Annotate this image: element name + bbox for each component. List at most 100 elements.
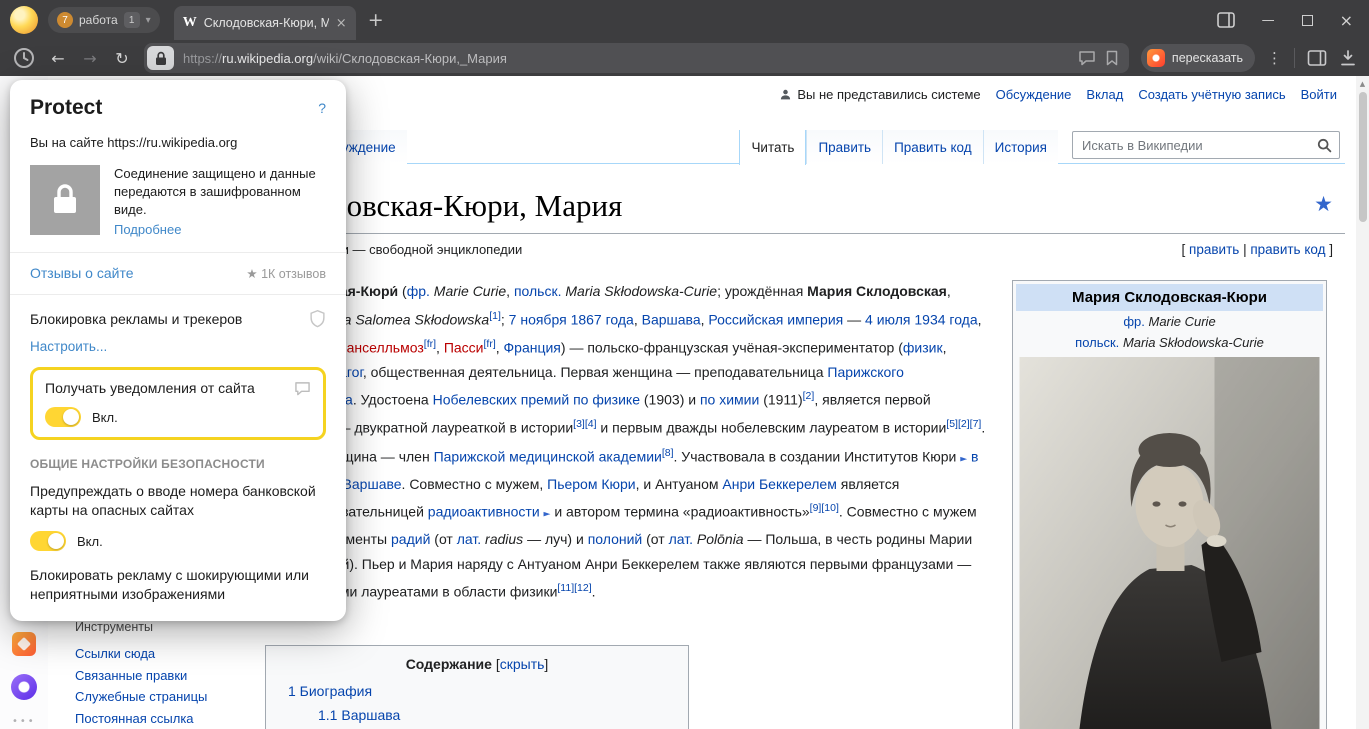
- minimize-button[interactable]: —: [1262, 13, 1275, 28]
- toc-item-biography[interactable]: 1 Биография: [288, 683, 674, 699]
- page-scrollbar[interactable]: ▲: [1356, 76, 1369, 729]
- text-segment: Marie Curie: [1148, 314, 1215, 329]
- text-segment[interactable]: лат.: [457, 531, 481, 547]
- protect-panel: Protect ? Вы на сайте https://ru.wikiped…: [10, 80, 346, 621]
- text-segment[interactable]: радиоактивности: [428, 504, 540, 520]
- text-segment[interactable]: физик: [903, 339, 943, 355]
- text-segment: ) — польско-французская учёная-экспериме…: [561, 339, 903, 355]
- text-segment[interactable]: [fr]: [424, 338, 436, 350]
- text-segment[interactable]: польск.: [514, 283, 562, 299]
- text-segment[interactable]: [fr]: [483, 338, 495, 350]
- text-segment[interactable]: [8]: [662, 447, 674, 459]
- bookmark-icon[interactable]: [1105, 50, 1119, 66]
- text-segment[interactable]: [9]: [810, 502, 822, 514]
- search-input[interactable]: [1073, 138, 1317, 153]
- history-clock-icon[interactable]: [12, 46, 36, 70]
- text-segment[interactable]: фр.: [1123, 314, 1145, 329]
- tab-edit[interactable]: Править: [806, 130, 882, 164]
- user-link-discussion[interactable]: Обсуждение: [996, 87, 1072, 102]
- user-link-login[interactable]: Войти: [1301, 87, 1337, 102]
- text-segment[interactable]: 4 июля: [865, 311, 910, 327]
- notifications-toggle[interactable]: [45, 407, 81, 427]
- text-segment[interactable]: по химии: [700, 392, 759, 408]
- sidebar-app-icon[interactable]: [12, 632, 36, 656]
- text-segment[interactable]: скрыть: [500, 656, 545, 672]
- user-link-create-account[interactable]: Создать учётную запись: [1138, 87, 1285, 102]
- text-segment[interactable]: [7]: [970, 418, 982, 430]
- text-segment: и первым дважды нобелевским лауреатом в …: [597, 420, 947, 436]
- forward-icon[interactable]: →: [80, 49, 100, 68]
- text-segment[interactable]: Парижской медицинской академии: [434, 448, 662, 464]
- text-segment[interactable]: править код: [1250, 242, 1325, 257]
- article-paragraph: Склодо́вская-Кюри́ (фр. Marie Curie, пол…: [265, 279, 992, 605]
- text-segment[interactable]: [4]: [585, 418, 597, 430]
- watchlist-star-icon[interactable]: ★: [1314, 192, 1333, 216]
- scroll-up-icon[interactable]: ▲: [1356, 76, 1369, 88]
- text-segment[interactable]: [1]: [489, 310, 501, 322]
- user-link-contributions[interactable]: Вклад: [1086, 87, 1123, 102]
- text-segment[interactable]: Пасси: [444, 339, 484, 355]
- close-button[interactable]: ×: [1340, 11, 1353, 30]
- back-icon[interactable]: ←: [48, 49, 68, 68]
- sidebar-link-special-pages[interactable]: Служебные страницы: [75, 686, 240, 708]
- new-tab-button[interactable]: +: [368, 9, 384, 31]
- text-segment[interactable]: Варшава: [642, 311, 701, 327]
- browser-tab-active[interactable]: W Склодовская-Кюри, Мария ×: [174, 6, 356, 40]
- search-icon[interactable]: [1317, 138, 1332, 153]
- text-segment[interactable]: [11]: [557, 582, 574, 594]
- retell-button[interactable]: пересказать: [1141, 44, 1255, 72]
- sidebar-link-whatlinkshere[interactable]: Ссылки сюда: [75, 643, 240, 665]
- tab-close-icon[interactable]: ×: [336, 16, 347, 31]
- tab-read[interactable]: Читать: [739, 130, 806, 165]
- text-segment[interactable]: лат.: [669, 531, 693, 547]
- text-segment[interactable]: 1867 года: [571, 311, 634, 327]
- alice-assistant-icon[interactable]: [11, 674, 37, 700]
- text-segment[interactable]: [12]: [574, 582, 592, 594]
- sidebar-link-permanent-link[interactable]: Постоянная ссылка: [75, 708, 240, 729]
- help-icon[interactable]: ?: [318, 100, 326, 116]
- text-segment[interactable]: Анри Беккерелем: [722, 476, 836, 492]
- refresh-icon[interactable]: ↻: [112, 49, 132, 68]
- text-segment[interactable]: 1934 года: [914, 311, 977, 327]
- text-segment[interactable]: Нобелевских премий по физике: [433, 392, 640, 408]
- address-bar[interactable]: https://ru.wikipedia.org/wiki/Склодовска…: [144, 43, 1129, 73]
- text-segment[interactable]: Пьером Кюри: [547, 476, 636, 492]
- panels-icon[interactable]: [1307, 49, 1327, 67]
- lock-icon[interactable]: [147, 46, 174, 70]
- configure-link[interactable]: Настроить...: [30, 339, 107, 354]
- details-link[interactable]: Подробнее: [114, 222, 181, 237]
- text-segment[interactable]: [3]: [573, 418, 585, 430]
- text-segment[interactable]: править: [1189, 242, 1239, 257]
- text-segment: (1903) и: [640, 392, 700, 408]
- maximize-button[interactable]: [1302, 15, 1313, 26]
- text-segment[interactable]: Санселльмоз: [336, 339, 423, 355]
- sidebar-link-related-changes[interactable]: Связанные правки: [75, 665, 240, 687]
- tab-history[interactable]: История: [983, 130, 1058, 164]
- tab-edit-source[interactable]: Править код: [882, 130, 983, 164]
- kebab-menu-icon[interactable]: ⋮: [1267, 49, 1282, 67]
- browser-menu-icon[interactable]: [10, 6, 38, 34]
- text-segment[interactable]: полоний: [588, 531, 643, 547]
- text-segment[interactable]: польск.: [1075, 335, 1119, 350]
- text-segment[interactable]: 7 ноября: [509, 311, 567, 327]
- scrollbar-thumb[interactable]: [1359, 92, 1367, 222]
- text-segment[interactable]: фр.: [407, 283, 430, 299]
- more-apps-dots-icon[interactable]: •••: [12, 716, 36, 727]
- browser-toolbar: ← → ↻ https://ru.wikipedia.org/wiki/Скло…: [0, 40, 1369, 76]
- text-segment: Содержание: [406, 656, 492, 672]
- comment-icon[interactable]: [1078, 50, 1096, 66]
- text-segment[interactable]: [10]: [821, 502, 839, 514]
- text-segment[interactable]: Российская империя: [708, 311, 843, 327]
- toc-item-warsaw[interactable]: 1.1 Варшава: [318, 707, 674, 723]
- site-reviews-link[interactable]: Отзывы о сайте: [30, 265, 134, 281]
- text-segment[interactable]: [2]: [803, 390, 815, 402]
- text-segment[interactable]: [5]: [946, 418, 958, 430]
- text-segment[interactable]: [2]: [958, 418, 970, 430]
- tab-group[interactable]: 7 работа 1 ▾: [48, 7, 160, 33]
- text-segment[interactable]: радий: [391, 531, 430, 547]
- downloads-icon[interactable]: [1339, 49, 1357, 67]
- side-panel-icon[interactable]: [1217, 12, 1235, 28]
- text-segment[interactable]: Франция: [504, 339, 561, 355]
- tab-group-badge: 1: [124, 12, 140, 28]
- card-warning-toggle[interactable]: [30, 531, 66, 551]
